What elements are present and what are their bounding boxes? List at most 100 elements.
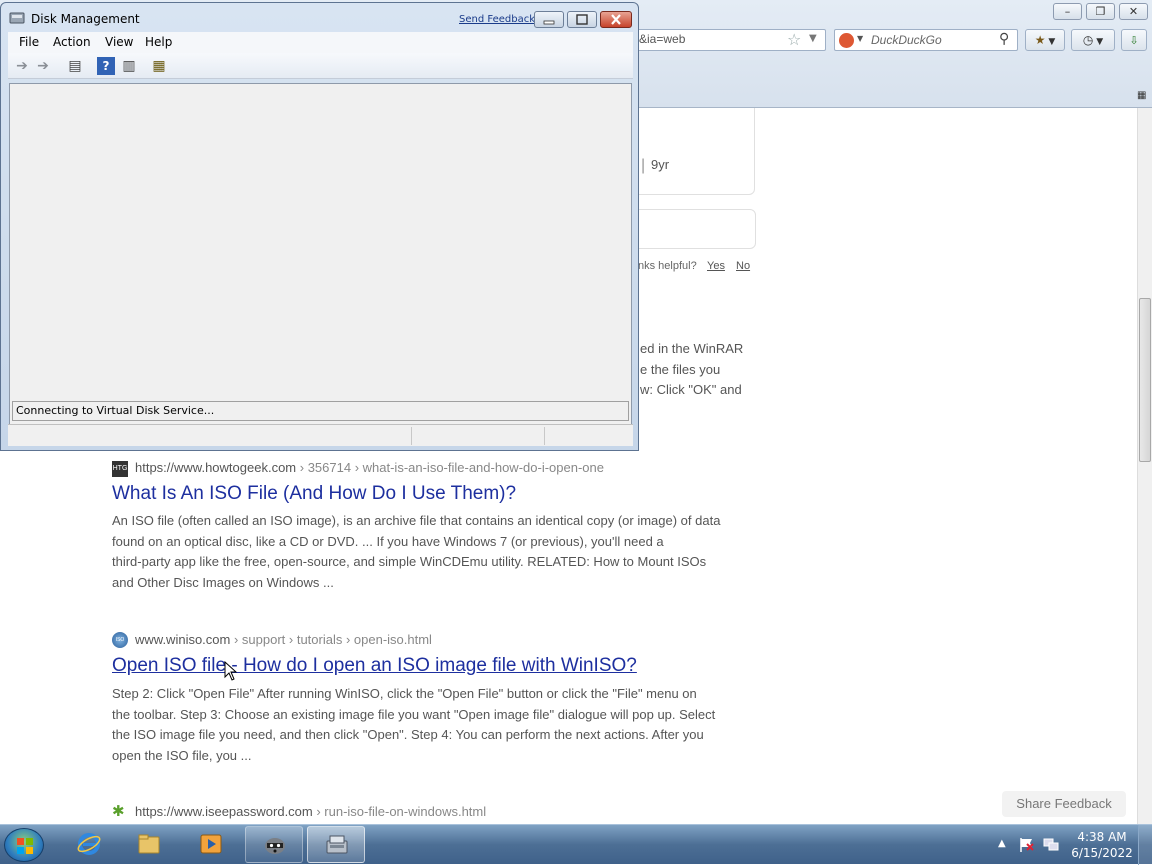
snippet-line: third-party app like the free, open-sour… xyxy=(112,554,707,569)
helpful-yes-link[interactable]: Yes xyxy=(707,260,725,272)
network-icon[interactable] xyxy=(1042,837,1060,853)
page-scrollbar[interactable] xyxy=(1137,108,1152,824)
duckduckgo-icon[interactable] xyxy=(839,33,854,48)
close-button[interactable] xyxy=(600,11,632,28)
history-button[interactable]: ◷ ▼ xyxy=(1071,29,1115,51)
taskbar: ▲ 4:38 AM 6/15/2022 xyxy=(0,824,1152,865)
help-icon[interactable]: ? xyxy=(97,57,115,75)
minimize-button[interactable] xyxy=(534,11,564,28)
result-domain: https://www.howtogeek.com xyxy=(135,460,297,475)
search-placeholder: DuckDuckGo xyxy=(871,33,942,47)
maximize-icon xyxy=(576,14,588,25)
close-icon xyxy=(611,14,621,25)
helpful-prompt: nks helpful? xyxy=(638,260,697,272)
window-titlebar[interactable]: Disk Management Send Feedback xyxy=(1,3,638,33)
taskbar-windows-explorer[interactable] xyxy=(120,826,178,863)
raccoon-browser-icon xyxy=(265,838,285,854)
menu-action[interactable]: Action xyxy=(53,35,91,49)
start-button[interactable] xyxy=(4,828,44,862)
result-domain: https://www.iseepassword.com xyxy=(135,804,313,819)
result-path: › run-iso-file-on-windows.html xyxy=(316,804,487,819)
mouse-cursor-icon xyxy=(224,661,238,681)
result-url[interactable]: https://www.iseepassword.com › run-iso-f… xyxy=(135,804,486,819)
menu-bar: File Action View Help xyxy=(8,32,633,53)
winiso-favicon-icon: ISO xyxy=(112,632,128,648)
result-snippet: Step 2: Click "Open File" After running … xyxy=(112,684,782,766)
statusbar-divider xyxy=(544,427,545,445)
share-feedback-button[interactable]: Share Feedback xyxy=(1002,791,1126,817)
result-url[interactable]: www.winiso.com › support › tutorials › o… xyxy=(135,632,432,647)
clock-time[interactable]: 4:38 AM xyxy=(1074,830,1130,844)
window-statusbar xyxy=(8,424,633,446)
result-path: › 356714 › what-is-an-iso-file-and-how-d… xyxy=(299,460,604,475)
folder-icon xyxy=(138,834,160,854)
action-center-flag-icon[interactable] xyxy=(1018,837,1036,853)
window-title: Disk Management xyxy=(31,12,140,26)
loading-status: Connecting to Virtual Disk Service... xyxy=(12,401,629,421)
window-toolbar: ➔ ➔ ▤ ? ▥ ▦ xyxy=(8,53,633,79)
result-title-link[interactable]: What Is An ISO File (And How Do I Use Th… xyxy=(112,483,516,505)
result-title-link[interactable]: Open ISO file - How do I open an ISO ima… xyxy=(112,655,637,677)
chevron-down-icon[interactable]: ▼ xyxy=(857,34,863,43)
result-url[interactable]: https://www.howtogeek.com › 356714 › wha… xyxy=(135,460,604,475)
downloads-button[interactable]: ⇩ xyxy=(1121,29,1147,51)
magnifier-icon[interactable]: ⚲ xyxy=(999,31,1009,47)
media-player-icon xyxy=(200,834,222,854)
show-hidden-icons-icon[interactable]: ▲ xyxy=(998,838,1006,849)
bookmark-star-icon[interactable]: ☆ xyxy=(787,30,801,49)
menu-file[interactable]: File xyxy=(19,35,39,49)
search-input[interactable]: ▼ DuckDuckGo ⚲ xyxy=(834,29,1018,51)
helpful-no-link[interactable]: No xyxy=(736,260,750,272)
browser-restore-button[interactable]: ❐ xyxy=(1086,3,1115,20)
snippet-line: ed in the WinRAR xyxy=(640,341,744,356)
menu-view[interactable]: View xyxy=(105,35,133,49)
result-domain: www.winiso.com xyxy=(135,632,231,647)
bookmarks-star-icon: ★ xyxy=(1034,33,1046,47)
back-arrow-icon[interactable]: ➔ xyxy=(13,57,31,75)
menu-help[interactable]: Help xyxy=(145,35,172,49)
partial-snippet: ed in the WinRAR e the files you w: Clic… xyxy=(640,339,760,401)
tab-list-icon[interactable]: ▦ xyxy=(1137,90,1146,101)
snippet-line: open the ISO file, you ... xyxy=(112,747,252,763)
show-desktop-button[interactable] xyxy=(1138,825,1152,865)
snippet-line: An ISO file (often called an ISO image),… xyxy=(112,513,721,528)
snippet-line: the toolbar. Step 3: Choose an existing … xyxy=(112,706,716,722)
clock-date[interactable]: 6/15/2022 xyxy=(1070,846,1134,860)
taskbar-internet-explorer[interactable] xyxy=(60,826,118,863)
result-path: › support › tutorials › open-iso.html xyxy=(233,632,432,647)
show-hide-action-pane-icon[interactable]: ▥ xyxy=(120,57,138,75)
download-icon: ⇩ xyxy=(1129,34,1139,47)
show-hide-console-tree-icon[interactable]: ▤ xyxy=(66,57,84,75)
browser-minimize-button[interactable]: – xyxy=(1053,3,1082,20)
taskbar-disk-management[interactable] xyxy=(307,826,365,863)
disk-management-window: Disk Management Send Feedback File Actio… xyxy=(0,2,639,451)
scrollbar-thumb[interactable] xyxy=(1139,298,1151,462)
maximize-button[interactable] xyxy=(567,11,597,28)
iseepassword-favicon-icon: ✱ xyxy=(112,803,125,820)
taskbar-browser[interactable] xyxy=(245,826,303,863)
windows-logo-icon xyxy=(17,838,33,854)
disk-management-icon xyxy=(326,835,348,854)
bookmarks-button[interactable]: ★ ▼ xyxy=(1025,29,1065,51)
forward-arrow-icon[interactable]: ➔ xyxy=(34,57,52,75)
chevron-down-icon[interactable]: ▼ xyxy=(809,33,817,44)
snippet-line: w: Click "OK" and xyxy=(640,382,742,397)
howtogeek-favicon-icon: HTG xyxy=(112,461,128,477)
disk-management-icon xyxy=(9,12,25,24)
disk-view-pane: Connecting to Virtual Disk Service... xyxy=(9,83,632,426)
answer-age: 9yr xyxy=(651,157,670,172)
taskbar-media-player[interactable] xyxy=(182,826,240,863)
statusbar-divider xyxy=(411,427,412,445)
send-feedback-link[interactable]: Send Feedback xyxy=(459,14,535,25)
snippet-line: the ISO image file you need, and then cl… xyxy=(112,727,704,742)
clock-icon: ◷ xyxy=(1082,33,1094,47)
snippet-line: Step 2: Click "Open File" After running … xyxy=(112,686,697,701)
properties-icon[interactable]: ▦ xyxy=(150,57,168,75)
snippet-line: found on an optical disc, like a CD or D… xyxy=(112,533,664,549)
minimize-icon xyxy=(543,20,555,25)
result-snippet: An ISO file (often called an ISO image),… xyxy=(112,511,772,593)
address-bar[interactable]: &ia=web ☆ ▼ xyxy=(612,29,826,51)
address-bar-text: &ia=web xyxy=(639,32,686,46)
browser-close-button[interactable]: ✕ xyxy=(1119,3,1148,20)
internet-explorer-icon xyxy=(77,833,101,855)
